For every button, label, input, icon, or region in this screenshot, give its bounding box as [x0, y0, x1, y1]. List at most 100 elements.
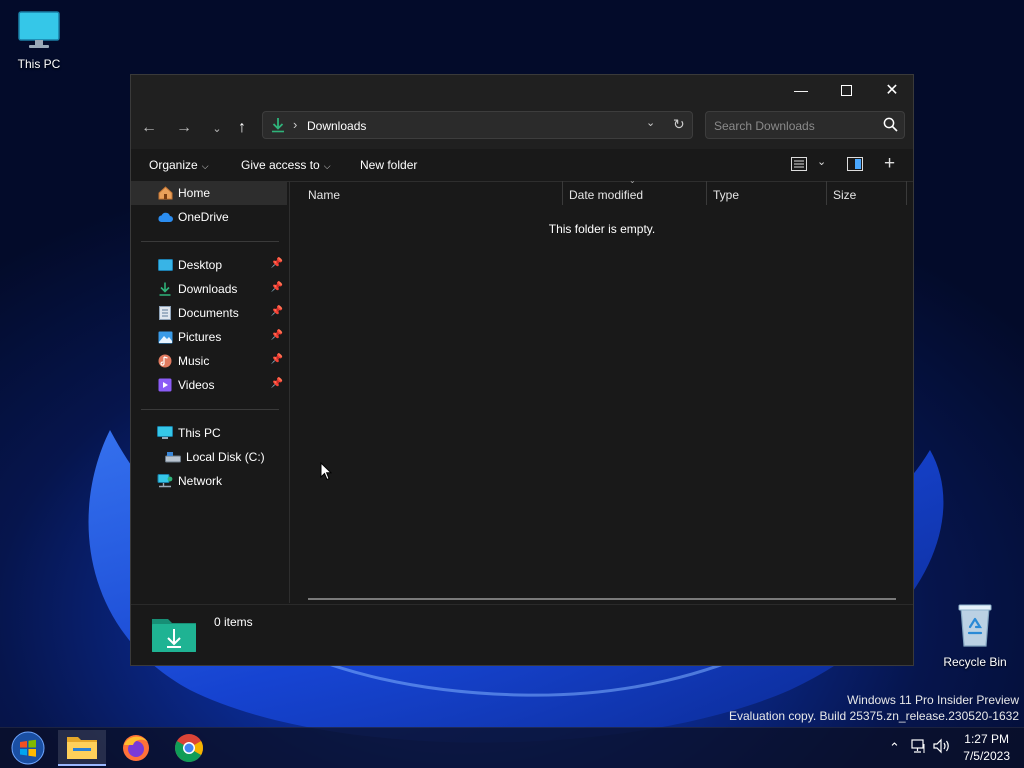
navigation-pane: Home OneDrive Desktop 📌 Downloads 📌 Docu…: [131, 181, 287, 603]
forward-button[interactable]: →: [173, 117, 195, 139]
sidebar-label-network: Network: [178, 474, 223, 488]
desktop-this-pc[interactable]: This PC: [0, 10, 79, 71]
sidebar-label-music: Music: [178, 354, 210, 368]
sidebar-item-videos[interactable]: Videos 📌: [131, 373, 287, 397]
column-header-type[interactable]: Type: [713, 188, 739, 202]
taskbar-firefox[interactable]: [112, 730, 160, 766]
sidebar-label-documents: Documents: [178, 306, 239, 320]
column-header-name[interactable]: Name: [308, 188, 340, 202]
maximize-button[interactable]: [823, 75, 869, 105]
downloads-folder-icon: [151, 615, 197, 656]
pin-icon: 📌: [270, 378, 283, 389]
minimize-icon: —: [794, 82, 808, 98]
taskbar-clock[interactable]: 1:27 PM 7/5/2023: [963, 731, 1010, 765]
network-status-button[interactable]: [911, 738, 927, 757]
sidebar-label-local-disk: Local Disk (C:): [186, 450, 265, 464]
file-explorer-icon: [67, 737, 97, 759]
watermark-line1: Windows 11 Pro Insider Preview: [847, 693, 1019, 707]
column-header-size[interactable]: Size: [833, 188, 856, 202]
evaluation-watermark: Windows 11 Pro Insider Preview Evaluatio…: [729, 692, 1019, 724]
column-divider[interactable]: [706, 181, 707, 205]
arrow-up-icon: ↑: [238, 119, 246, 136]
minimize-button[interactable]: —: [778, 75, 824, 105]
sidebar-item-pictures[interactable]: Pictures 📌: [131, 325, 287, 349]
home-icon: [157, 185, 173, 201]
file-list-pane[interactable]: Name ⌄ Date modified Type Size This fold…: [291, 176, 913, 603]
column-header-date-modified[interactable]: Date modified: [569, 188, 643, 202]
drive-icon: [165, 449, 181, 465]
sidebar-label-videos: Videos: [178, 378, 215, 392]
up-button[interactable]: ↑: [231, 117, 253, 139]
pin-icon: 📌: [270, 282, 283, 293]
sidebar-item-downloads[interactable]: Downloads 📌: [131, 277, 287, 301]
start-icon: [11, 731, 45, 765]
file-explorer-window: — ✕ ← → ⌄ ↑ › Downloads ⌄ ↻ Search Downl…: [130, 74, 914, 666]
organize-menu[interactable]: Organize ⌵: [149, 158, 209, 172]
volume-button[interactable]: [933, 738, 951, 757]
start-button[interactable]: [4, 730, 52, 766]
empty-folder-message: This folder is empty.: [548, 222, 656, 236]
search-box[interactable]: Search Downloads: [705, 111, 905, 139]
chrome-icon: [175, 734, 203, 762]
document-icon: [157, 305, 173, 321]
speaker-icon: [933, 738, 949, 754]
computer-icon: [157, 425, 173, 441]
preview-pane-button[interactable]: [847, 157, 863, 174]
give-access-menu[interactable]: Give access to ⌵: [241, 158, 331, 172]
sidebar-item-network[interactable]: Network: [131, 469, 287, 493]
clock-time: 1:27 PM: [964, 732, 1009, 746]
sidebar-item-onedrive[interactable]: OneDrive: [131, 205, 287, 229]
pin-icon: 📌: [270, 354, 283, 365]
view-options-chevron-icon[interactable]: ⌄: [817, 155, 826, 168]
column-divider[interactable]: [906, 181, 907, 205]
cloud-icon: [157, 209, 173, 225]
taskbar-file-explorer[interactable]: [58, 730, 106, 766]
sidebar-item-music[interactable]: Music 📌: [131, 349, 287, 373]
videos-icon: [157, 377, 173, 393]
details-view-icon: [791, 157, 807, 171]
desktop-folder-icon: [157, 257, 173, 273]
back-button[interactable]: ←: [138, 117, 160, 139]
new-folder-button[interactable]: New folder: [360, 158, 417, 172]
refresh-icon[interactable]: ↻: [673, 116, 685, 133]
show-hidden-icons-button[interactable]: ⌃: [889, 740, 900, 756]
add-button[interactable]: +: [884, 153, 895, 175]
sidebar-item-this-pc[interactable]: This PC: [131, 421, 287, 445]
column-divider[interactable]: [562, 181, 563, 205]
sidebar-label-this-pc: This PC: [178, 426, 221, 440]
sort-indicator-icon: ⌄: [629, 176, 636, 185]
desktop-recycle-bin[interactable]: Recycle Bin: [935, 602, 1015, 669]
chevron-up-icon: ⌃: [889, 740, 900, 755]
close-button[interactable]: ✕: [869, 75, 915, 105]
recent-locations-button[interactable]: ⌄: [206, 117, 228, 139]
taskbar-chrome[interactable]: [165, 730, 213, 766]
pictures-icon: [157, 329, 173, 345]
title-bar[interactable]: — ✕: [131, 75, 913, 105]
details-bar: 0 items: [131, 604, 913, 665]
sidebar-item-documents[interactable]: Documents 📌: [131, 301, 287, 325]
sidebar-divider: [141, 409, 279, 410]
breadcrumb-separator: ›: [293, 117, 298, 132]
sidebar-item-local-disk[interactable]: Local Disk (C:): [131, 445, 287, 469]
sidebar-item-home[interactable]: Home: [131, 181, 287, 205]
pin-icon: 📌: [270, 258, 283, 269]
monitor-icon: [0, 10, 79, 53]
column-divider[interactable]: [826, 181, 827, 205]
sidebar-item-desktop[interactable]: Desktop 📌: [131, 253, 287, 277]
sidebar-label-home: Home: [178, 186, 211, 200]
search-input[interactable]: Search Downloads: [714, 119, 815, 133]
breadcrumb-downloads[interactable]: Downloads: [307, 119, 366, 133]
address-bar[interactable]: › Downloads ⌄ ↻: [262, 111, 693, 139]
pin-icon: 📌: [270, 306, 283, 317]
music-icon: [157, 353, 173, 369]
recycle-bin-icon: [935, 602, 1015, 651]
maximize-icon: [840, 84, 852, 96]
address-history-chevron-icon[interactable]: ⌄: [646, 116, 655, 129]
give-access-label: Give access to: [241, 158, 320, 172]
ethernet-icon: [911, 739, 925, 753]
chevron-down-icon: ⌵: [323, 161, 331, 171]
horizontal-scrollbar[interactable]: [308, 598, 896, 600]
view-layout-button[interactable]: [791, 157, 807, 174]
pane-splitter[interactable]: [289, 181, 290, 603]
command-bar: Organize ⌵ Give access to ⌵ New folder ⌄ +: [131, 149, 913, 182]
